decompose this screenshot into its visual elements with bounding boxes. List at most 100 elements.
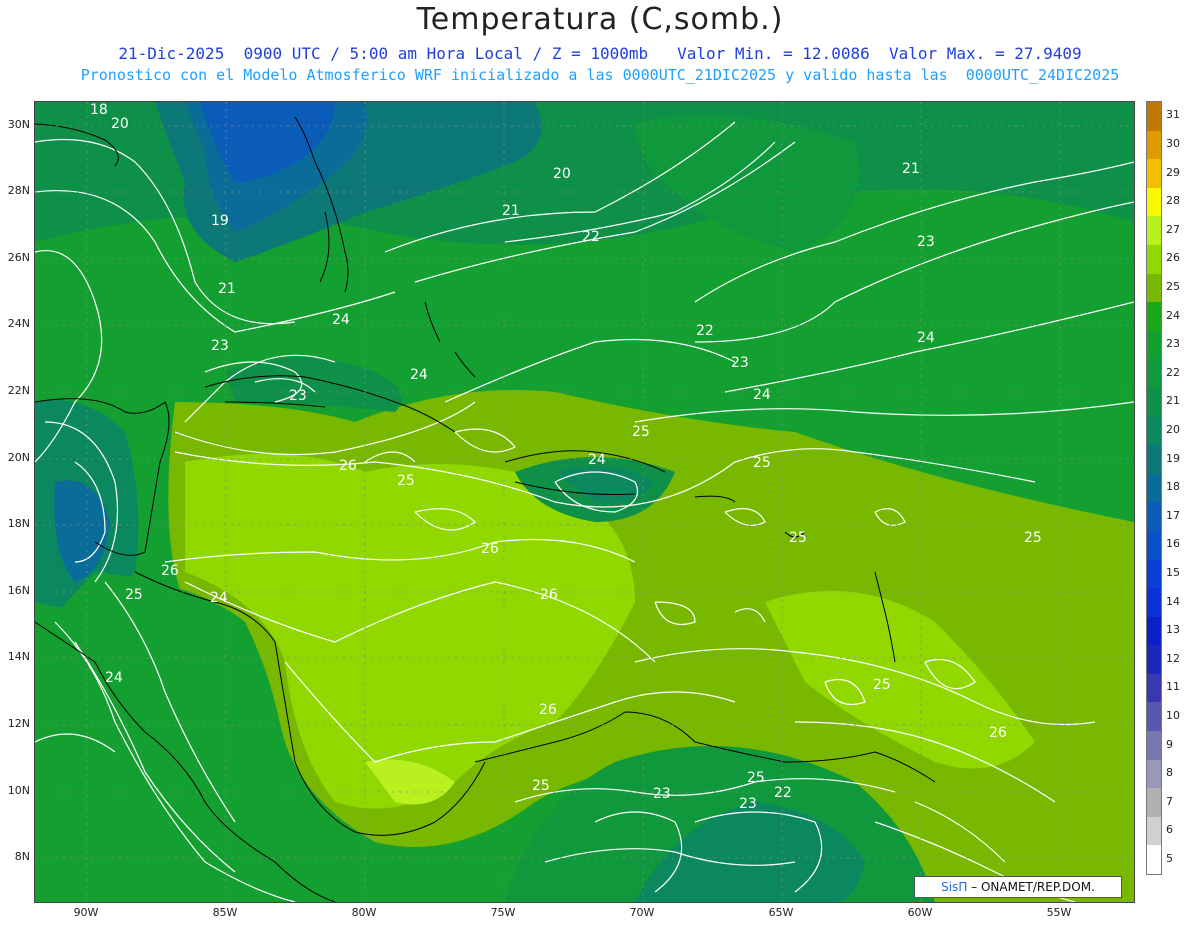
contour-label: 21	[902, 161, 920, 177]
colorbar-label: 11	[1166, 680, 1180, 694]
colorbar-cell	[1147, 102, 1161, 131]
colorbar-cell	[1147, 330, 1161, 360]
contour-label: 25	[753, 455, 771, 471]
colorbar-cell	[1147, 530, 1161, 560]
lat-label: 24N	[7, 317, 30, 330]
colorbar-label: 23	[1166, 337, 1180, 351]
contour-label: 25	[789, 530, 807, 546]
colorbar-label: 12	[1166, 651, 1180, 665]
contour-label: 25	[397, 473, 415, 489]
contour-label: 21	[218, 281, 236, 297]
colorbar-label: 21	[1166, 394, 1180, 408]
contour-label: 20	[111, 116, 129, 132]
colorbar-cell	[1147, 816, 1161, 846]
contour-label: 26	[989, 725, 1007, 741]
contour-label: 24	[588, 452, 606, 468]
colorbar-cell	[1147, 359, 1161, 388]
contour-label: 21	[502, 203, 520, 219]
colorbar-label: 13	[1166, 623, 1180, 637]
contour-label: 25	[532, 778, 550, 794]
colorbar-cell	[1147, 216, 1161, 245]
contour-label: 20	[553, 166, 571, 182]
temperature-map[interactable]: 18 20 19 21 23 24 20 21 22 21 23 22 24 2…	[34, 101, 1135, 903]
colorbar-cell	[1147, 673, 1161, 703]
colorbar-label: 26	[1166, 251, 1180, 265]
contour-label: 23	[739, 796, 757, 812]
credit-text: – ONAMET/REP.DOM.	[971, 880, 1095, 894]
lat-label: 28N	[7, 184, 30, 197]
lon-label: 60W	[907, 906, 933, 919]
contour-label: 24	[210, 590, 228, 606]
lat-label: 16N	[7, 584, 30, 597]
colorbar-cell	[1147, 645, 1161, 674]
contour-label: 26	[481, 541, 499, 557]
colorbar-cell	[1147, 502, 1161, 531]
colorbar-label: 29	[1166, 165, 1180, 179]
lat-label: 10N	[7, 784, 30, 797]
colorbar-label: 14	[1166, 594, 1180, 608]
contour-label: 24	[105, 670, 123, 686]
model-info-line: Pronostico con el Modelo Atmosferico WRF…	[80, 66, 1120, 84]
contour-label: 19	[211, 213, 229, 229]
colorbar-cell	[1147, 244, 1161, 274]
lon-label: 70W	[629, 906, 655, 919]
lat-label: 26N	[7, 251, 30, 264]
lat-label: 30N	[7, 118, 30, 131]
colorbar-cell	[1147, 416, 1161, 446]
contour-label: 26	[339, 458, 357, 474]
contour-label: 25	[747, 770, 765, 786]
lon-label: 55W	[1046, 906, 1072, 919]
colorbar-label: 31	[1166, 108, 1180, 122]
colorbar-label: 18	[1166, 480, 1180, 494]
credit-box: SisΠ – ONAMET/REP.DOM.	[914, 876, 1122, 898]
contour-label: 24	[332, 312, 350, 328]
colorbar-label: 5	[1166, 851, 1173, 865]
contour-label: 23	[731, 355, 749, 371]
lat-label: 12N	[7, 717, 30, 730]
colorbar-cell	[1147, 473, 1161, 503]
contour-label: 23	[917, 234, 935, 250]
colorbar-cell	[1147, 445, 1161, 474]
colorbar-label: 28	[1166, 194, 1180, 208]
colorbar-cell	[1147, 387, 1161, 417]
contour-label: 23	[289, 388, 307, 404]
colorbar-label: 9	[1166, 737, 1173, 751]
colorbar-cell	[1147, 130, 1161, 160]
lat-label: 14N	[7, 650, 30, 663]
colorbar-label: 27	[1166, 222, 1180, 236]
contour-label: 18	[90, 102, 108, 118]
colorbar-label: 15	[1166, 565, 1180, 579]
lat-label: 22N	[7, 384, 30, 397]
lat-label: 8N	[14, 850, 30, 863]
contour-label: 22	[774, 785, 792, 801]
lon-label: 90W	[73, 906, 99, 919]
colorbar-label: 25	[1166, 279, 1180, 293]
colorbar-cell	[1147, 788, 1161, 817]
contour-label: 24	[753, 387, 771, 403]
colorbar	[1146, 101, 1162, 876]
colorbar-label: 19	[1166, 451, 1180, 465]
contour-label: 26	[161, 563, 179, 579]
contour-label: 26	[539, 702, 557, 718]
sispi-logo: SisΠ	[941, 880, 968, 894]
colorbar-label: 10	[1166, 708, 1180, 722]
colorbar-label: 30	[1166, 136, 1180, 150]
contour-label: 25	[1024, 530, 1042, 546]
colorbar-cell	[1147, 845, 1161, 875]
lon-label: 65W	[768, 906, 794, 919]
contour-label: 25	[125, 587, 143, 603]
colorbar-label: 24	[1166, 308, 1180, 322]
forecast-time-line: 21-Dic-2025 0900 UTC / 5:00 am Hora Loca…	[118, 44, 1082, 63]
temperature-field	[35, 102, 1134, 902]
map-title: Temperatura (C,somb.)	[416, 2, 784, 37]
contour-label: 25	[632, 424, 650, 440]
colorbar-label: 22	[1166, 365, 1180, 379]
contour-label: 25	[873, 677, 891, 693]
colorbar-cell	[1147, 187, 1161, 217]
colorbar-label: 17	[1166, 508, 1180, 522]
contour-label: 22	[696, 323, 714, 339]
colorbar-cell	[1147, 759, 1161, 789]
colorbar-label: 16	[1166, 537, 1180, 551]
contour-label: 26	[540, 587, 558, 603]
colorbar-cell	[1147, 588, 1161, 617]
